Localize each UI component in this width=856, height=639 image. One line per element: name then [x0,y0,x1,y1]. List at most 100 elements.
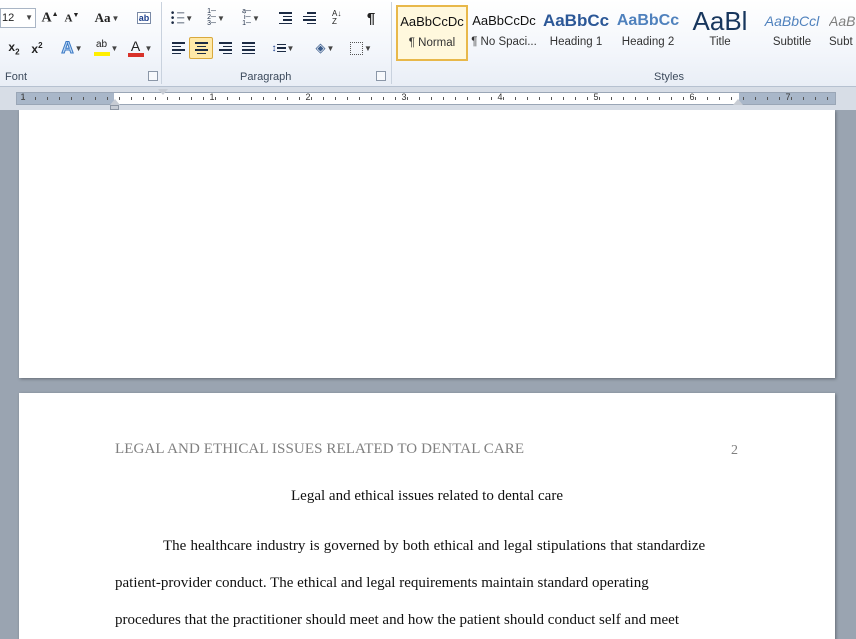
document-area: LEGAL AND ETHICAL ISSUES RELATED TO DENT… [0,110,856,639]
ruler-tick [815,97,816,100]
dialog-launcher-icon[interactable] [148,71,158,81]
style-subtitle[interactable]: AaBbCcl Subtitle [756,5,828,61]
style-preview: AaBl [692,6,748,36]
right-indent-marker[interactable] [733,99,743,105]
font-group-label: Font [5,71,28,83]
shrink-font-button[interactable]: A▼ [62,7,82,29]
clear-formatting-button[interactable]: ab [133,7,155,29]
paragraph-group: • ─ • ─ • ─ ▼ 1─ 2─ 3─ ▼ a─ i─ 1─ ▼ A↓Z ¶ [162,0,390,86]
ruler-tick [275,97,276,100]
chevron-down-icon: ▼ [25,13,33,22]
change-case-button[interactable]: Aa ▼ [92,7,122,29]
highlight-label: ab [95,39,108,50]
bullets-button[interactable]: • ─ • ─ • ─ ▼ [168,7,196,29]
ruler-tick [707,97,708,100]
decrease-indent-button[interactable] [274,7,296,29]
justify-button[interactable] [236,37,260,59]
running-head[interactable]: LEGAL AND ETHICAL ISSUES RELATED TO DENT… [115,441,524,458]
ruler-tick [59,97,60,100]
ruler-tick [167,97,168,100]
ruler-tick [659,97,660,100]
text-effects-button[interactable]: A ▼ [58,37,86,59]
first-line-indent-marker[interactable] [158,89,168,95]
change-case-label: Aa [94,10,111,25]
style-normal[interactable]: AaBbCcDc ¶ Normal [396,5,468,61]
ruler-tick [227,97,228,100]
style-name: ¶ No Spaci... [471,36,537,48]
multilevel-list-icon: a─ i─ 1─ [242,8,251,27]
numbering-button[interactable]: 1─ 2─ 3─ ▼ [202,7,230,29]
font-group: 12 ▼ A▲ A▼ Aa ▼ ab x2 x2 A ▼ ab ▼ A ▼ Fo… [0,0,160,86]
ruler-tick [347,97,348,100]
shading-button[interactable]: ◈ ▼ [310,37,340,59]
style-heading-2[interactable]: AaBbCc Heading 2 [612,5,684,61]
style-name: ¶ Normal [408,37,456,49]
align-left-button[interactable] [166,37,190,59]
increase-indent-icon [302,12,316,24]
ruler-tick [359,97,360,100]
align-center-button[interactable] [189,37,213,59]
font-color-label: A [130,37,141,54]
increase-indent-button[interactable] [298,7,320,29]
paragraph-line[interactable]: procedures that the practitioner should … [115,612,679,629]
style-preview: AaBbCcDc [400,14,464,29]
chevron-down-icon: ▼ [144,43,153,53]
superscript-icon: x2 [31,40,43,56]
ruler-tick [683,97,684,100]
grow-font-button[interactable]: A▲ [40,7,60,29]
horizontal-ruler[interactable]: 1 1 2 3 4 5 6 7 [16,92,836,105]
chevron-down-icon: ▼ [216,13,225,23]
borders-icon [350,41,364,55]
align-right-button[interactable] [213,37,237,59]
font-color-icon: A [127,37,144,57]
subscript-button[interactable]: x2 [4,37,24,59]
shrink-font-label: A [64,12,73,25]
ruler-tick [203,97,204,100]
borders-button[interactable]: ▼ [346,37,376,59]
chevron-down-icon: ▼ [251,13,260,23]
ruler-tick [563,97,564,100]
style-preview: AaBbCcl [764,13,820,29]
font-color-bar [127,52,144,57]
page-1[interactable] [19,110,835,378]
highlight-button[interactable]: ab ▼ [90,37,122,59]
ruler-tick [599,97,600,100]
style-title[interactable]: AaBl Title [684,5,756,61]
ruler-tick [395,97,396,100]
subscript-icon: x2 [8,39,20,57]
ruler-tick [335,97,336,100]
ruler-tick [299,97,300,100]
styles-gallery: AaBbCcDc ¶ Normal AaBbCcDc ¶ No Spaci...… [394,3,856,65]
ruler-tick [239,97,240,100]
paragraph-line[interactable]: The healthcare industry is governed by b… [115,538,705,555]
ruler-tick [107,97,108,100]
ruler-tick [419,97,420,100]
ruler-tick [731,97,732,100]
sort-button[interactable]: A↓Z [328,7,350,29]
chevron-down-icon: ▼ [111,13,120,23]
page-number[interactable]: 2 [731,443,738,459]
ruler-tick [767,97,768,100]
dialog-launcher-icon[interactable] [376,71,386,81]
align-left-icon [171,42,185,54]
ruler-tick [443,97,444,100]
superscript-button[interactable]: x2 [27,37,47,59]
font-color-button[interactable]: A ▼ [124,37,156,59]
style-preview: AaBbCcDc [472,13,536,28]
paragraph-line[interactable]: patient-provider conduct. The ethical an… [115,575,649,592]
document-title[interactable]: Legal and ethical issues related to dent… [19,488,835,505]
chevron-down-icon: ▼ [286,43,295,53]
pilcrow-icon: ¶ [366,9,376,27]
ruler-tick [647,97,648,100]
style-subtle-emphasis[interactable]: AaB Subt [828,5,856,61]
ruler-tick [575,97,576,100]
line-spacing-button[interactable]: ↕ ▼ [268,37,298,59]
multilevel-list-button[interactable]: a─ i─ 1─ ▼ [236,7,266,29]
show-formatting-marks-button[interactable]: ¶ [360,7,382,29]
ruler-tick [527,97,528,100]
paragraph-group-label: Paragraph [240,71,292,83]
page-2[interactable]: LEGAL AND ETHICAL ISSUES RELATED TO DENT… [19,393,835,639]
font-size-box[interactable]: 12 ▼ [0,8,36,28]
style-no-spacing[interactable]: AaBbCcDc ¶ No Spaci... [468,5,540,61]
style-heading-1[interactable]: AaBbCc Heading 1 [540,5,612,61]
